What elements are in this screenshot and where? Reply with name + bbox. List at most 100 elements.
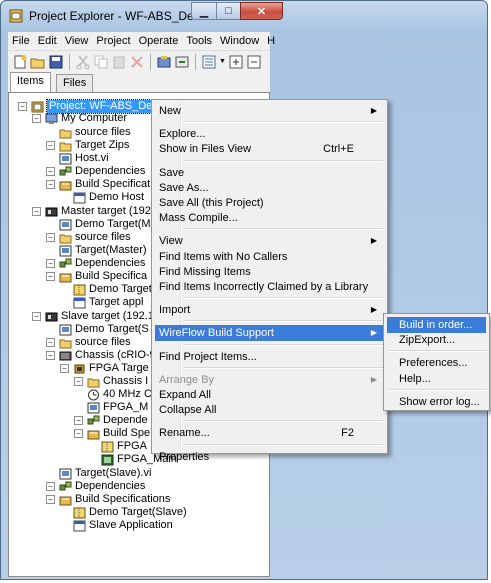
collapse-toggle-icon[interactable]: − — [46, 338, 55, 347]
tree-item[interactable]: Demo Target(M — [75, 218, 151, 231]
tree-item[interactable]: Slave target (192.1 — [61, 310, 154, 323]
view-options-icon[interactable] — [201, 54, 217, 70]
tab-items[interactable]: Items — [10, 72, 51, 92]
minimize-button[interactable]: ▁ — [191, 2, 217, 20]
menu-item-rename[interactable]: Rename... F2 — [155, 425, 384, 441]
new-icon[interactable] — [12, 54, 28, 70]
tree-item[interactable]: Dependencies — [75, 480, 145, 493]
tree-item[interactable]: Demo Host — [89, 191, 144, 204]
menu-item-expand-all[interactable]: Expand All — [155, 387, 384, 403]
collapse-toggle-icon[interactable]: − — [74, 416, 83, 425]
menu-item-properties[interactable]: Properties — [155, 449, 384, 465]
menu-item-show-in-files-view[interactable]: Show in Files View Ctrl+E — [155, 141, 384, 157]
tree-item[interactable]: Target(Slave).vi — [75, 467, 151, 480]
save-all-icon[interactable] — [48, 54, 64, 70]
menu-project[interactable]: Project — [92, 35, 134, 47]
open-icon[interactable] — [30, 54, 46, 70]
menu-file[interactable]: File — [8, 35, 34, 47]
collapse-toggle-icon[interactable]: − — [46, 141, 55, 150]
tree-item[interactable]: FPGA_M — [103, 401, 148, 414]
tree-item[interactable]: Slave Application — [89, 519, 173, 532]
collapse-toggle-icon[interactable]: − — [46, 167, 55, 176]
tree-item[interactable]: Chassis (cRIO-9 — [75, 349, 156, 362]
menu-item-build-in-order[interactable]: Build in order... — [387, 317, 486, 333]
menu-tools[interactable]: Tools — [182, 35, 216, 47]
tree-item[interactable]: source files — [75, 231, 131, 244]
menu-item-view[interactable]: View ▶ — [155, 233, 384, 249]
menu-item-wireflow-build-support[interactable]: WireFlow Build Support ▶ — [155, 325, 384, 342]
submenu-arrow-icon: ▶ — [370, 374, 377, 384]
tree-item[interactable]: Dependencies — [75, 165, 145, 178]
tree-item[interactable]: Demo Target — [89, 283, 152, 296]
tree-item[interactable]: FPGA Targe — [89, 362, 149, 375]
collapse-toggle-icon[interactable]: − — [46, 272, 55, 281]
collapse-toggle-icon[interactable]: − — [74, 429, 83, 438]
tree-item[interactable]: Depende — [103, 414, 148, 427]
menu-view[interactable]: View — [61, 35, 93, 47]
menu-item-help[interactable]: Help... — [387, 371, 486, 387]
menu-item-collapse-all[interactable]: Collapse All — [155, 402, 384, 418]
menu-operate[interactable]: Operate — [135, 35, 183, 47]
tree-item[interactable]: source files — [75, 126, 131, 139]
tab-files[interactable]: Files — [56, 74, 94, 92]
build-icon[interactable] — [156, 54, 172, 70]
tree-item[interactable]: Target(Master) — [75, 244, 147, 257]
collapse-toggle-icon[interactable]: − — [32, 114, 41, 123]
collapse-toggle-icon[interactable]: − — [74, 377, 83, 386]
menu-item-import[interactable]: Import ▶ — [155, 302, 384, 318]
collapse-toggle-icon[interactable]: − — [46, 180, 55, 189]
collapse-toggle-icon[interactable]: − — [46, 259, 55, 268]
menu-item-save[interactable]: Save — [155, 165, 384, 181]
collapse-toggle-icon[interactable]: − — [18, 102, 27, 111]
copy-icon[interactable] — [93, 54, 109, 70]
collapse-toggle-icon[interactable]: − — [32, 312, 41, 321]
tree-item[interactable]: Chassis I — [103, 375, 148, 388]
menu-item-find-items-incorrectly-claimed-by-a-library[interactable]: Find Items Incorrectly Claimed by a Libr… — [155, 279, 384, 295]
collapse-toggle-icon[interactable]: − — [32, 207, 41, 216]
build-spec-icon — [59, 181, 72, 191]
collapse-toggle-icon[interactable]: − — [46, 495, 55, 504]
tree-item[interactable]: 40 MHz C — [103, 388, 152, 401]
menu-item-mass-compile[interactable]: Mass Compile... — [155, 210, 384, 226]
menu-item-find-project-items[interactable]: Find Project Items... — [155, 349, 384, 365]
menu-item-save-as[interactable]: Save As... — [155, 180, 384, 196]
menu-window[interactable]: Window — [216, 35, 263, 47]
tree-item[interactable]: My Computer — [61, 112, 127, 125]
delete-icon[interactable] — [129, 54, 145, 70]
collapse-toggle-icon[interactable]: − — [46, 482, 55, 491]
tree-item[interactable]: Target appl — [89, 296, 143, 309]
chevron-down-icon[interactable]: ▼ — [219, 58, 226, 65]
tree-item[interactable]: Demo Target(Slave) — [89, 506, 187, 519]
menu-h[interactable]: H — [263, 35, 279, 47]
menu-edit[interactable]: Edit — [34, 35, 61, 47]
collapse-icon[interactable] — [246, 54, 262, 70]
collapse-toggle-icon[interactable]: − — [46, 233, 55, 242]
tree-item[interactable]: Target Zips — [75, 139, 129, 152]
collapse-toggle-icon[interactable]: − — [46, 351, 55, 360]
tree-item[interactable]: Host.vi — [75, 152, 109, 165]
collapse-toggle-icon[interactable]: − — [60, 364, 69, 373]
menu-item-zipexport[interactable]: ZipExport... — [387, 332, 486, 348]
tree-item[interactable]: Build Spe — [103, 427, 150, 440]
tree-item[interactable]: Build Specifications — [75, 493, 170, 506]
paste-icon[interactable] — [111, 54, 127, 70]
menu-item-show-error-log[interactable]: Show error log... — [387, 394, 486, 410]
tree-item[interactable]: Dependencies — [75, 257, 145, 270]
tree-item[interactable]: Master target (192. — [61, 205, 154, 218]
title-bar[interactable]: Project Explorer - WF-ABS_Demo1.l... ▁ □… — [1, 1, 487, 31]
tree-item[interactable]: FPGA — [117, 440, 147, 453]
menu-item-save-all-this-project[interactable]: Save All (this Project) — [155, 195, 384, 211]
tree-item[interactable]: Build Specifica — [75, 270, 147, 283]
tree-item[interactable]: Demo Target(S — [75, 323, 149, 336]
cut-icon[interactable] — [75, 54, 91, 70]
menu-item-find-missing-items[interactable]: Find Missing Items — [155, 264, 384, 280]
close-button[interactable]: ✕ — [240, 2, 283, 20]
menu-item-explore[interactable]: Explore... — [155, 126, 384, 142]
menu-item-find-items-with-no-callers[interactable]: Find Items with No Callers — [155, 249, 384, 265]
deploy-icon[interactable] — [174, 54, 190, 70]
tree-item[interactable]: source files — [75, 336, 131, 349]
menu-item-new[interactable]: New ▶ — [155, 103, 384, 119]
expand-icon[interactable] — [228, 54, 244, 70]
menu-item-preferences[interactable]: Preferences... — [387, 355, 486, 371]
maximize-button[interactable]: □ — [216, 2, 241, 20]
